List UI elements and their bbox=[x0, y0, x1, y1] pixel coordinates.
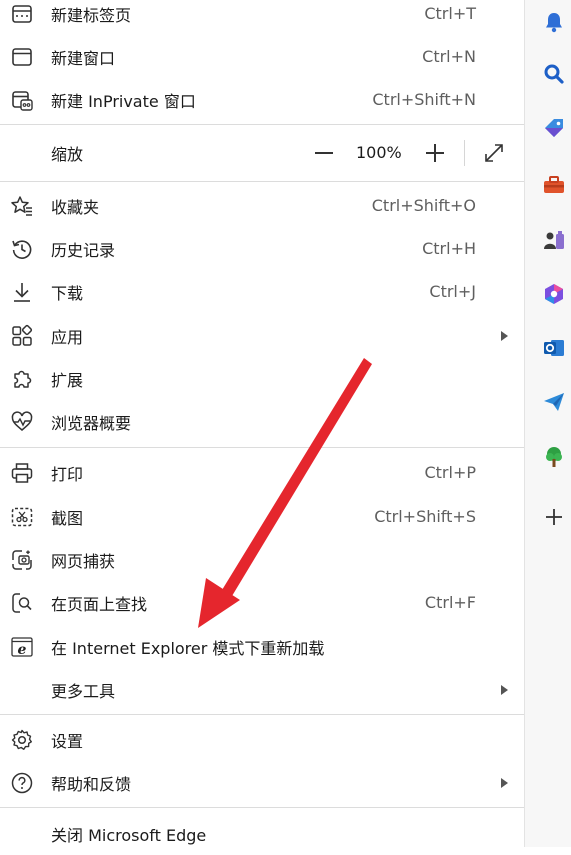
menu-item-label: 截图 bbox=[51, 508, 84, 528]
menu-divider bbox=[0, 447, 524, 448]
menu-item-label: 网页捕获 bbox=[51, 551, 116, 571]
menu-item-label: 应用 bbox=[51, 327, 84, 347]
shortcut-label: Ctrl+N bbox=[422, 47, 476, 66]
chevron-right-icon bbox=[501, 777, 508, 788]
new-tab-icon bbox=[10, 2, 34, 26]
help-icon bbox=[10, 771, 34, 795]
settings-menu: 新建标签页 Ctrl+T 新建窗口 Ctrl+N 新建 InPrivate 窗口… bbox=[0, 0, 524, 847]
zoom-in-icon[interactable] bbox=[424, 131, 446, 174]
zoom-value: 100% bbox=[356, 143, 402, 162]
menu-item-web-capture[interactable]: 网页捕获 bbox=[0, 538, 524, 581]
menu-item-label: 新建窗口 bbox=[51, 48, 116, 68]
menu-item-label: 设置 bbox=[51, 731, 84, 751]
games-icon[interactable] bbox=[541, 227, 567, 253]
menu-item-ie-mode[interactable]: e 在 Internet Explorer 模式下重新加载 bbox=[0, 625, 524, 668]
find-icon bbox=[10, 591, 34, 615]
inprivate-icon bbox=[10, 88, 34, 112]
zoom-label: 缩放 bbox=[51, 144, 84, 164]
menu-item-apps[interactable]: 应用 bbox=[0, 314, 524, 357]
menu-item-zoom: 缩放 100% bbox=[0, 131, 524, 174]
shortcut-label: Ctrl+F bbox=[424, 593, 476, 612]
menu-divider bbox=[0, 714, 524, 715]
extensions-icon bbox=[10, 367, 34, 391]
menu-item-label: 新建标签页 bbox=[51, 5, 132, 25]
menu-item-label: 新建 InPrivate 窗口 bbox=[51, 91, 196, 111]
shortcut-label: Ctrl+Shift+O bbox=[371, 196, 476, 215]
screenshot-icon bbox=[10, 505, 34, 529]
menu-item-label: 打印 bbox=[51, 464, 84, 484]
chevron-right-icon bbox=[501, 330, 508, 341]
outlook-icon[interactable] bbox=[541, 335, 567, 361]
menu-item-label: 关闭 Microsoft Edge bbox=[51, 825, 207, 845]
menu-item-downloads[interactable]: 下载 Ctrl+J bbox=[0, 270, 524, 313]
search-icon[interactable] bbox=[541, 61, 567, 87]
new-window-icon bbox=[10, 45, 34, 69]
menu-item-find[interactable]: 在页面上查找 Ctrl+F bbox=[0, 581, 524, 624]
shortcut-label: Ctrl+Shift+S bbox=[374, 507, 476, 526]
menu-item-screenshot[interactable]: 截图 Ctrl+Shift+S bbox=[0, 495, 524, 538]
menu-item-browser-essentials[interactable]: 浏览器概要 bbox=[0, 400, 524, 443]
tree-icon[interactable] bbox=[541, 444, 567, 470]
shortcut-label: Ctrl+T bbox=[424, 4, 476, 23]
shortcut-label: Ctrl+H bbox=[422, 239, 476, 258]
apps-icon bbox=[10, 324, 34, 348]
copilot-icon[interactable] bbox=[541, 281, 567, 307]
web-capture-icon bbox=[10, 548, 34, 572]
bell-icon[interactable] bbox=[541, 9, 567, 35]
favorites-icon bbox=[10, 194, 34, 218]
fullscreen-icon[interactable] bbox=[481, 140, 507, 166]
ie-icon: e bbox=[10, 635, 34, 659]
history-icon bbox=[10, 237, 34, 261]
tag-icon[interactable] bbox=[541, 115, 567, 141]
zoom-out-icon[interactable] bbox=[313, 131, 335, 174]
chevron-right-icon bbox=[501, 684, 508, 695]
menu-item-label: 在 Internet Explorer 模式下重新加载 bbox=[51, 638, 325, 658]
menu-item-close-edge[interactable]: 关闭 Microsoft Edge bbox=[0, 812, 524, 855]
menu-item-extensions[interactable]: 扩展 bbox=[0, 357, 524, 400]
print-icon bbox=[10, 461, 34, 485]
menu-item-help[interactable]: 帮助和反馈 bbox=[0, 761, 524, 804]
send-icon[interactable] bbox=[541, 389, 567, 415]
menu-divider bbox=[0, 181, 524, 182]
zoom-separator bbox=[464, 140, 465, 166]
menu-item-new-window[interactable]: 新建窗口 Ctrl+N bbox=[0, 35, 524, 78]
svg-text:e: e bbox=[18, 642, 27, 658]
menu-item-label: 历史记录 bbox=[51, 240, 116, 260]
download-icon bbox=[10, 280, 34, 304]
menu-item-more-tools[interactable]: 更多工具 bbox=[0, 668, 524, 711]
shortcut-label: Ctrl+J bbox=[429, 282, 476, 301]
toolbox-icon[interactable] bbox=[541, 172, 567, 198]
settings-icon bbox=[10, 728, 34, 752]
menu-item-print[interactable]: 打印 Ctrl+P bbox=[0, 451, 524, 494]
menu-divider bbox=[0, 124, 524, 125]
menu-item-label: 扩展 bbox=[51, 370, 84, 390]
menu-item-label: 更多工具 bbox=[51, 681, 116, 701]
shortcut-label: Ctrl+P bbox=[424, 463, 476, 482]
browser-essentials-icon bbox=[10, 410, 34, 434]
menu-item-label: 浏览器概要 bbox=[51, 413, 132, 433]
shortcut-label: Ctrl+Shift+N bbox=[372, 90, 476, 109]
menu-item-label: 收藏夹 bbox=[51, 197, 100, 217]
menu-item-label: 帮助和反馈 bbox=[51, 774, 132, 794]
menu-divider bbox=[0, 807, 524, 808]
menu-item-history[interactable]: 历史记录 Ctrl+H bbox=[0, 227, 524, 270]
edge-sidebar bbox=[524, 0, 571, 847]
menu-item-new-tab[interactable]: 新建标签页 Ctrl+T bbox=[0, 0, 524, 35]
menu-item-label: 在页面上查找 bbox=[51, 594, 148, 614]
menu-item-inprivate[interactable]: 新建 InPrivate 窗口 Ctrl+Shift+N bbox=[0, 78, 524, 121]
menu-item-label: 下载 bbox=[51, 283, 84, 303]
menu-item-favorites[interactable]: 收藏夹 Ctrl+Shift+O bbox=[0, 184, 524, 227]
menu-item-settings[interactable]: 设置 bbox=[0, 718, 524, 761]
add-icon[interactable] bbox=[541, 504, 567, 530]
